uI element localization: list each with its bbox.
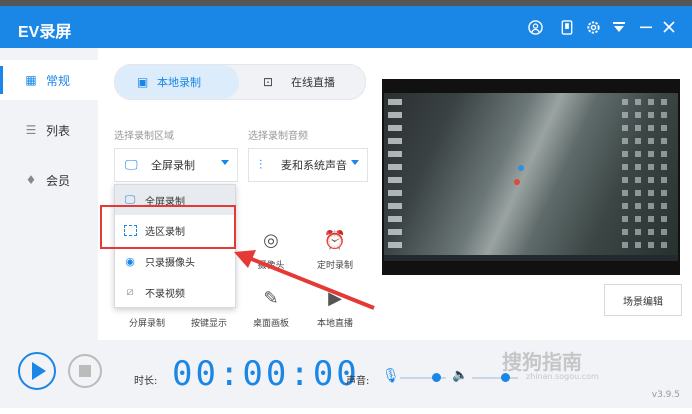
tool-label: 分屏录制 xyxy=(128,319,165,329)
sidebar: ▦ 常规 ☰ 列表 ♦ 会员 xyxy=(0,48,98,346)
sidebar-item-label: 会员 xyxy=(46,173,71,188)
tool-label: 按键显示 xyxy=(190,319,227,329)
tab-local-record[interactable]: ▣ 本地录制 xyxy=(115,65,239,99)
sidebar-item-label: 常规 xyxy=(46,73,71,88)
sidebar-item-label: 列表 xyxy=(46,123,71,138)
tv-icon: ⊡ xyxy=(263,75,274,89)
preview-taskbar xyxy=(384,255,678,261)
list-icon: ☰ xyxy=(25,123,37,137)
close-icon[interactable] xyxy=(660,18,678,36)
menu-item-no-video[interactable]: ⧄ 不录视频 xyxy=(115,277,235,307)
video-icon: ▣ xyxy=(137,75,149,89)
annotation-arrow xyxy=(234,250,375,310)
record-audio-value: 麦和系统声音 xyxy=(281,159,347,172)
tab-live-stream[interactable]: ⊡ 在线直播 xyxy=(263,65,335,99)
record-area-value: 全屏录制 xyxy=(151,159,195,172)
tool-label: 本地直播 xyxy=(316,319,353,329)
record-area-select[interactable]: 🖵 全屏录制 xyxy=(114,148,238,182)
speaker-icon[interactable]: 🔈 xyxy=(452,368,468,383)
phone-icon[interactable] xyxy=(558,18,576,36)
diamond-icon: ♦ xyxy=(25,173,37,187)
screen-preview xyxy=(382,79,680,275)
speaker-volume-slider[interactable] xyxy=(472,377,518,379)
desktop-icons xyxy=(622,99,674,249)
annotation-highlight-box xyxy=(100,205,236,249)
monitor-icon: 🖵 xyxy=(125,157,138,173)
user-icon[interactable] xyxy=(526,18,544,36)
tab-label: 在线直播 xyxy=(291,76,335,89)
desktop-preview-image xyxy=(384,93,678,259)
webcam-icon: ◉ xyxy=(125,254,135,268)
minimize-icon[interactable] xyxy=(637,18,655,36)
menu-item-label: 不录视频 xyxy=(145,288,185,300)
audio-wave-icon: ⫶ xyxy=(259,157,263,173)
microphone-icon[interactable]: 🎙 xyxy=(382,368,400,384)
no-video-icon: ⧄ xyxy=(126,285,134,298)
chevron-down-icon xyxy=(221,160,229,165)
scene-edit-button[interactable]: 场景编辑 xyxy=(604,284,682,316)
grid-icon: ▦ xyxy=(25,73,37,87)
record-audio-select[interactable]: ⫶ 麦和系统声音 xyxy=(248,148,368,182)
menu-item-webcam-only[interactable]: ◉ 只录摄像头 xyxy=(115,246,235,276)
menu-item-label: 只录摄像头 xyxy=(145,257,195,269)
sidebar-item-list[interactable]: ☰ 列表 xyxy=(0,110,98,150)
app-title: EV录屏 xyxy=(18,24,72,41)
tool-label: 桌面画板 xyxy=(252,319,289,329)
record-area-label: 选择录制区域 xyxy=(114,131,174,142)
watermark: 搜狗指南 xyxy=(502,350,582,374)
map-pin-icon xyxy=(514,179,520,185)
sidebar-item-member[interactable]: ♦ 会员 xyxy=(0,160,98,200)
watermark-url: zhinan.sogou.com xyxy=(526,372,599,381)
play-button[interactable] xyxy=(18,352,56,390)
timer-display: 00:00:00 xyxy=(172,354,360,394)
mode-tabs: ▣ 本地录制 ⊡ 在线直播 xyxy=(114,64,366,100)
record-audio-label: 选择录制音频 xyxy=(248,131,308,142)
duration-label: 时长: xyxy=(134,376,158,387)
title-bar: EV录屏 xyxy=(0,6,692,48)
desktop-icons xyxy=(388,99,402,249)
volume-label: 声音: xyxy=(346,376,370,387)
sidebar-item-general[interactable]: ▦ 常规 xyxy=(0,60,98,100)
stop-button[interactable] xyxy=(68,354,102,388)
chevron-down-icon xyxy=(351,160,359,165)
gear-icon[interactable] xyxy=(584,18,602,36)
menu-icon[interactable] xyxy=(610,18,628,36)
version-label: v3.9.5 xyxy=(651,390,680,400)
tab-label: 本地录制 xyxy=(157,76,201,89)
mic-volume-knob[interactable] xyxy=(431,373,441,382)
map-pin-icon xyxy=(518,165,524,171)
